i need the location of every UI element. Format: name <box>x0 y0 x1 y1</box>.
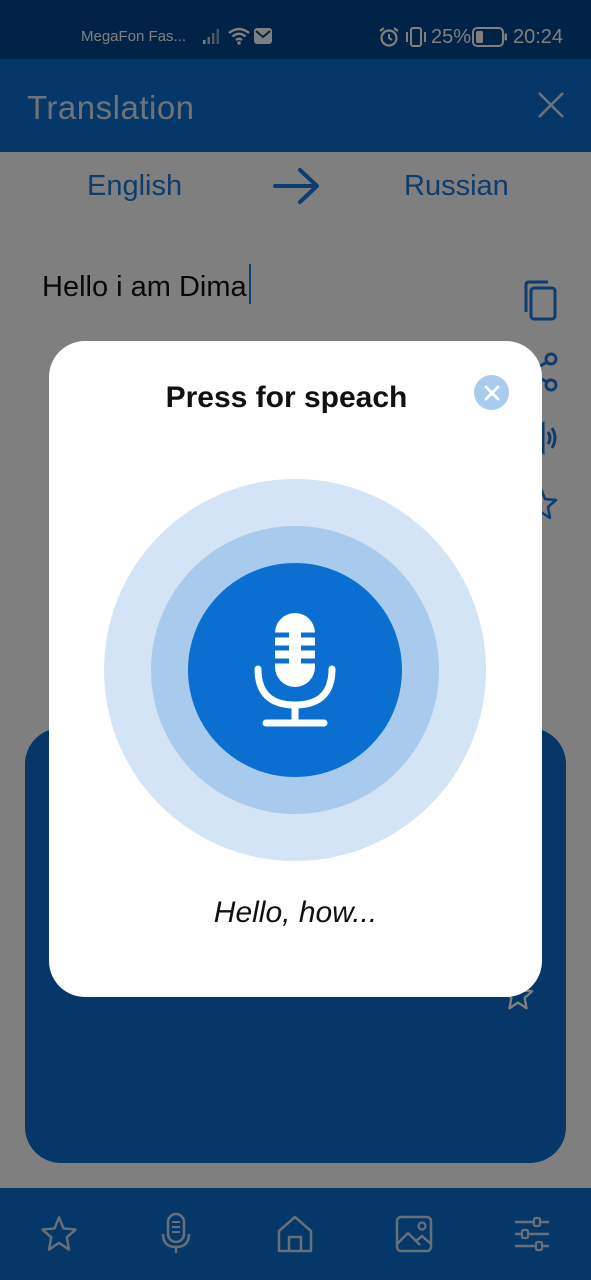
close-icon <box>484 385 499 400</box>
speech-dialog: Press for speach Hello, how... <box>49 341 542 997</box>
record-button[interactable] <box>188 563 402 777</box>
dialog-close-button[interactable] <box>474 375 509 410</box>
recognized-text: Hello, how... <box>213 896 378 929</box>
microphone-icon <box>254 613 336 727</box>
dialog-title: Press for speach <box>165 381 408 414</box>
